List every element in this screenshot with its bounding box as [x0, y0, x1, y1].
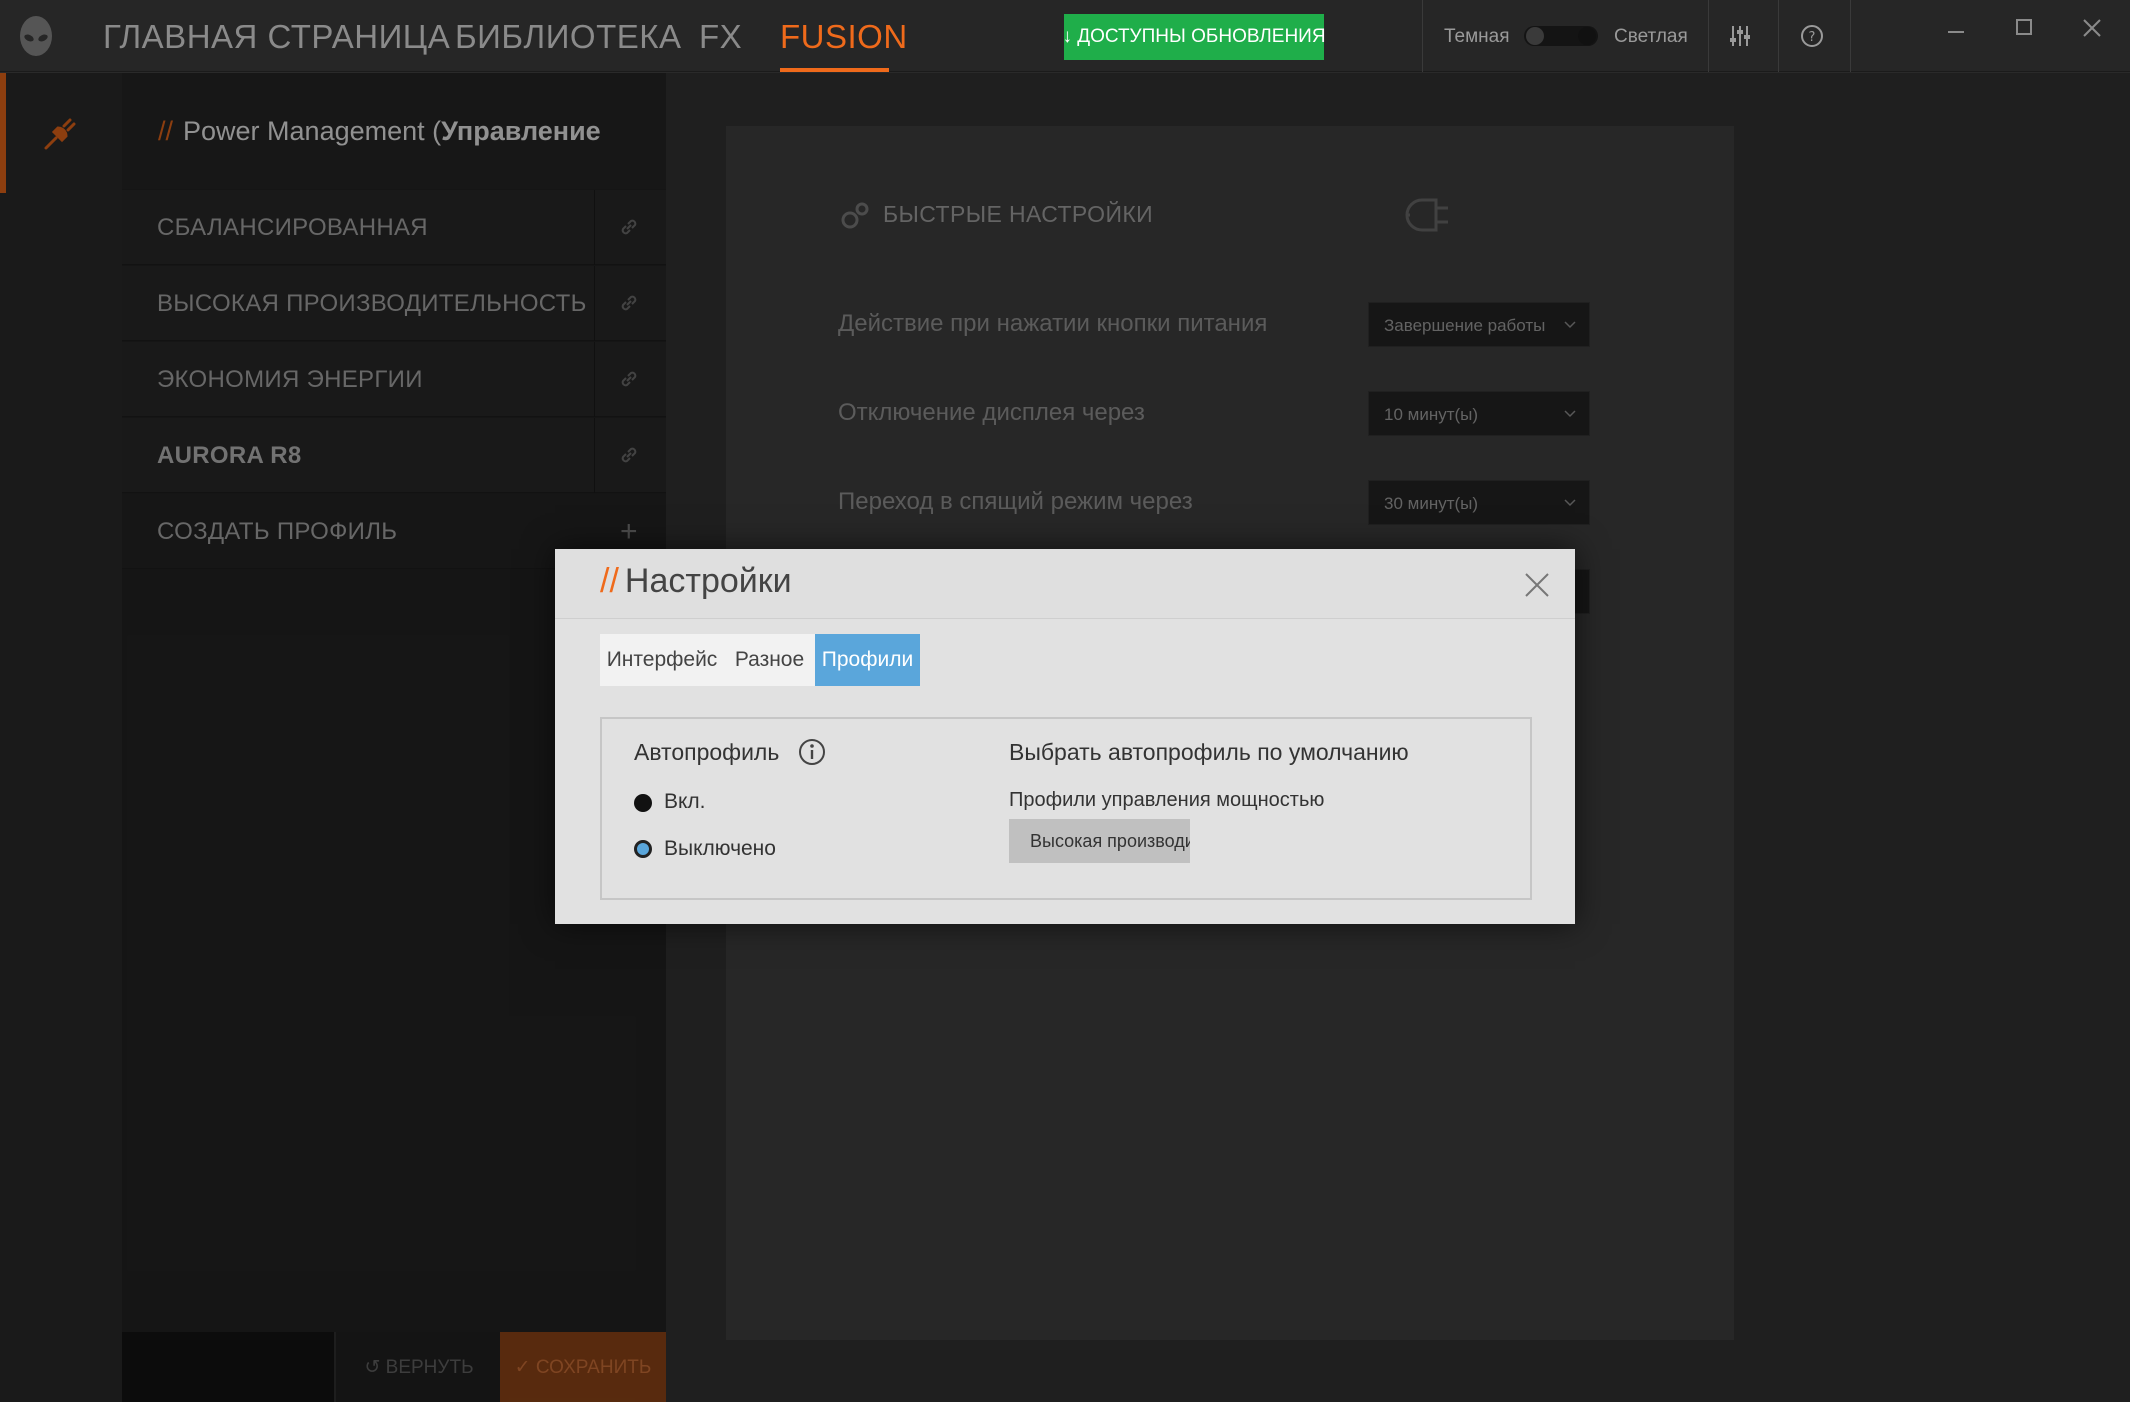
alienware-logo-icon[interactable] — [16, 14, 56, 58]
title-slash: // — [600, 562, 619, 600]
power-profiles-label: Профили управления мощностью — [1009, 789, 1325, 811]
divider — [1422, 0, 1423, 72]
dropdown-value: Высокая производительность — [1030, 831, 1190, 851]
top-bar: ГЛАВНАЯ СТРАНИЦА БИБЛИОТЕКА FX FUSION ↓ … — [0, 0, 2130, 72]
nav-active-indicator — [780, 68, 889, 72]
close-icon[interactable] — [1521, 569, 1553, 601]
autoprofile-on-radio[interactable] — [634, 794, 652, 812]
settings-dialog: //Настройки Интерфейс Разное Профили Авт… — [555, 549, 1575, 924]
maximize-icon[interactable] — [2004, 12, 2044, 52]
updates-available-button[interactable]: ↓ ДОСТУПНЫ ОБНОВЛЕНИЯ — [1062, 14, 1326, 60]
autoprofile-on-label: Вкл. — [664, 790, 706, 813]
autoprofile-label: Автопрофиль — [634, 739, 780, 765]
nav-home[interactable]: ГЛАВНАЯ СТРАНИЦА — [103, 18, 450, 56]
tab-interface[interactable]: Интерфейс — [600, 634, 724, 686]
divider — [1850, 0, 1851, 72]
tab-profiles[interactable]: Профили — [815, 634, 920, 686]
toggle-knob — [1526, 27, 1544, 45]
theme-light-label: Светлая — [1614, 26, 1688, 47]
autoprofile-off-radio[interactable] — [634, 840, 652, 858]
info-icon[interactable] — [798, 738, 826, 766]
divider — [1778, 0, 1779, 72]
close-window-icon[interactable] — [2072, 12, 2112, 52]
title-text: Настройки — [624, 562, 792, 600]
nav-library[interactable]: БИБЛИОТЕКА — [455, 18, 681, 56]
dialog-header: //Настройки — [555, 549, 1575, 619]
help-icon[interactable]: ? — [1798, 22, 1826, 50]
minimize-icon[interactable] — [1936, 12, 1976, 52]
default-autoprofile-title: Выбрать автопрофиль по умолчанию — [1009, 739, 1409, 765]
divider — [1708, 0, 1709, 72]
tab-misc[interactable]: Разное — [724, 634, 815, 686]
theme-dark-label: Темная — [1444, 26, 1510, 47]
autoprofile-off-label: Выключено — [664, 837, 776, 860]
nav-fusion[interactable]: FUSION — [780, 18, 908, 56]
svg-text:?: ? — [1809, 30, 1816, 45]
nav-fx[interactable]: FX — [699, 18, 742, 56]
theme-toggle[interactable] — [1524, 26, 1598, 46]
default-profile-dropdown[interactable]: Высокая производительность — [1009, 819, 1190, 863]
dialog-title: //Настройки — [600, 562, 792, 601]
sliders-icon[interactable] — [1726, 22, 1754, 50]
toggle-knob-end — [1578, 27, 1596, 45]
